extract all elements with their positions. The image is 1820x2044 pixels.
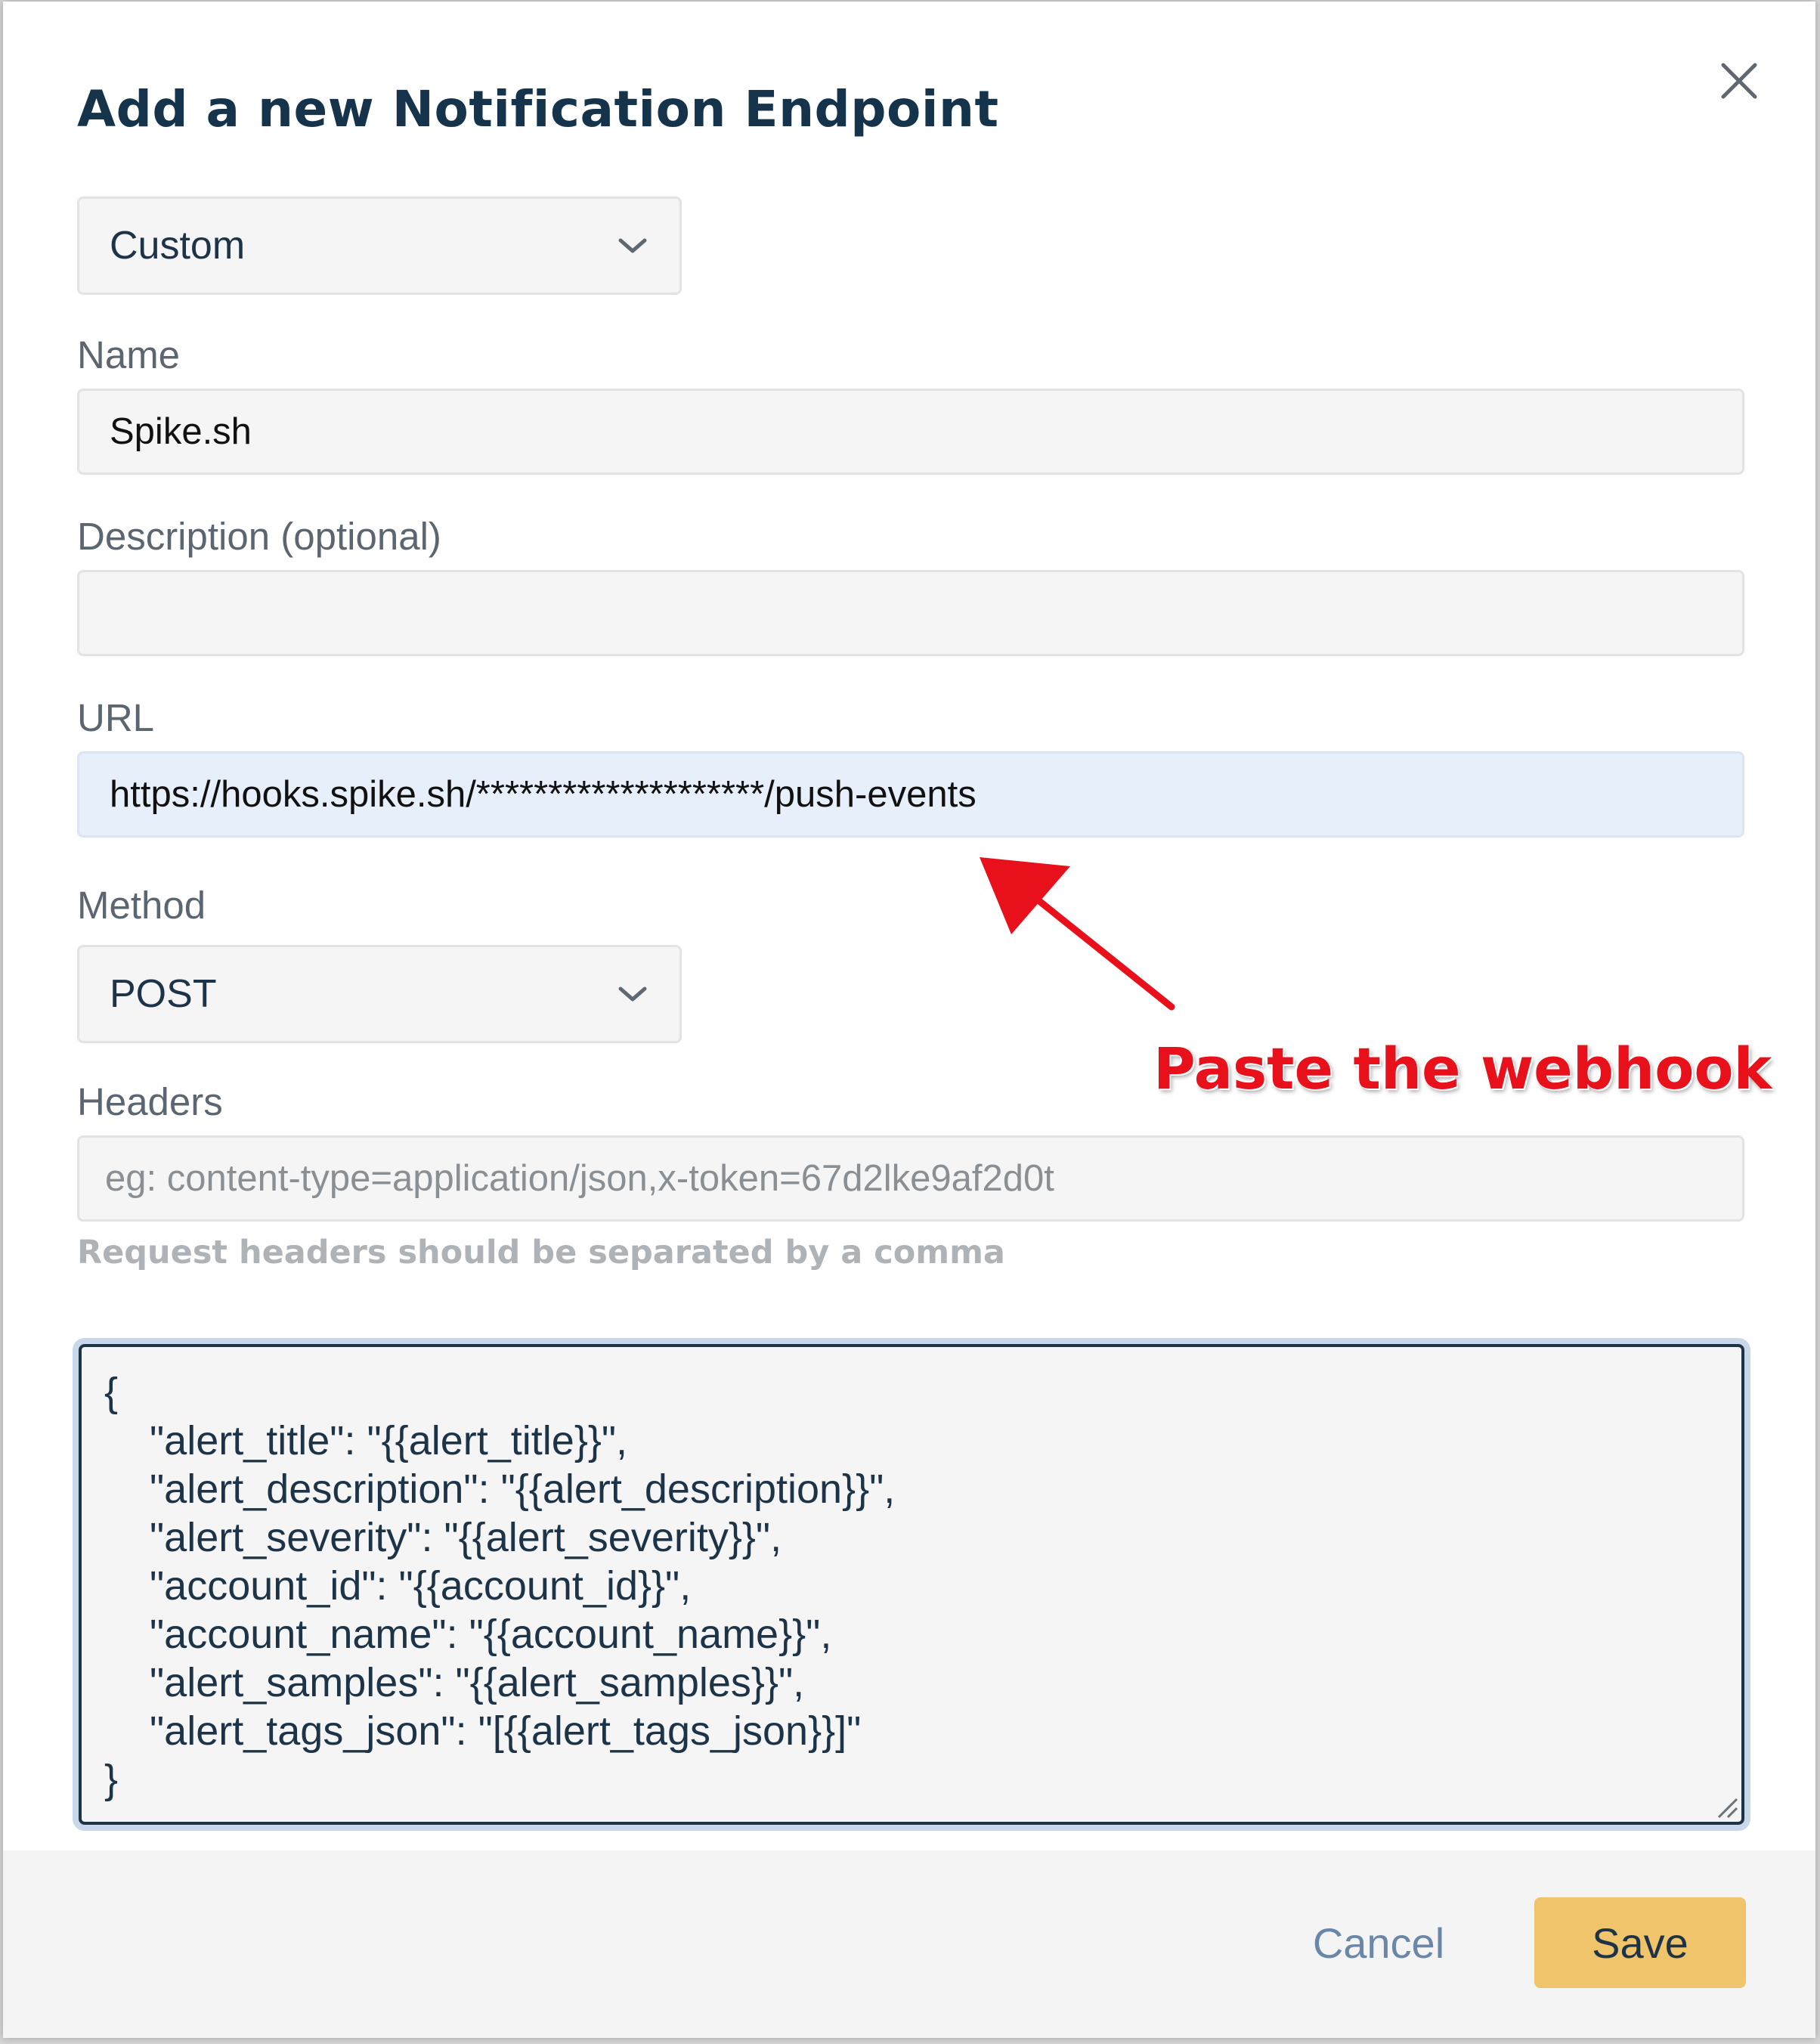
close-icon [1721,63,1757,99]
endpoint-type-value: Custom [110,224,246,268]
cancel-button[interactable]: Cancel [1288,1897,1469,1988]
method-value: POST [110,972,217,1016]
url-input-value: https://hooks.spike.sh/*****************… [110,774,977,815]
endpoint-type-select[interactable]: Custom [77,197,682,295]
headers-label: Headers [77,1080,223,1123]
headers-helper-text: Request headers should be separated by a… [77,1234,1005,1271]
body-textarea[interactable]: { "alert_title": "{{alert_title}}", "ale… [79,1344,1744,1825]
save-button[interactable]: Save [1534,1897,1746,1988]
notification-endpoint-modal: Add a new Notification Endpoint Custom N… [3,2,1815,2038]
description-input[interactable] [77,570,1744,656]
name-input[interactable]: Spike.sh [77,389,1744,475]
description-label: Description (optional) [77,515,441,558]
name-label: Name [77,333,181,376]
chevron-down-icon [618,986,647,1002]
arrow-icon [980,857,1175,1011]
headers-placeholder: eg: content-type=application/json,x-toke… [105,1158,1054,1199]
url-label: URL [77,696,155,739]
annotation-label: Paste the webhook [1153,1035,1772,1102]
close-button[interactable] [1713,54,1766,107]
name-input-value: Spike.sh [110,411,252,452]
method-label: Method [77,884,206,927]
method-select[interactable]: POST [77,945,682,1043]
modal-title: Add a new Notification Endpoint [77,80,999,138]
chevron-down-icon [618,238,647,253]
modal-footer: Cancel Save [3,1850,1815,2038]
resize-grip-icon[interactable] [1714,1795,1740,1820]
body-textarea-focus-ring: { "alert_title": "{{alert_title}}", "ale… [73,1338,1750,1831]
headers-input[interactable]: eg: content-type=application/json,x-toke… [77,1135,1744,1222]
url-input[interactable]: https://hooks.spike.sh/*****************… [77,751,1744,838]
